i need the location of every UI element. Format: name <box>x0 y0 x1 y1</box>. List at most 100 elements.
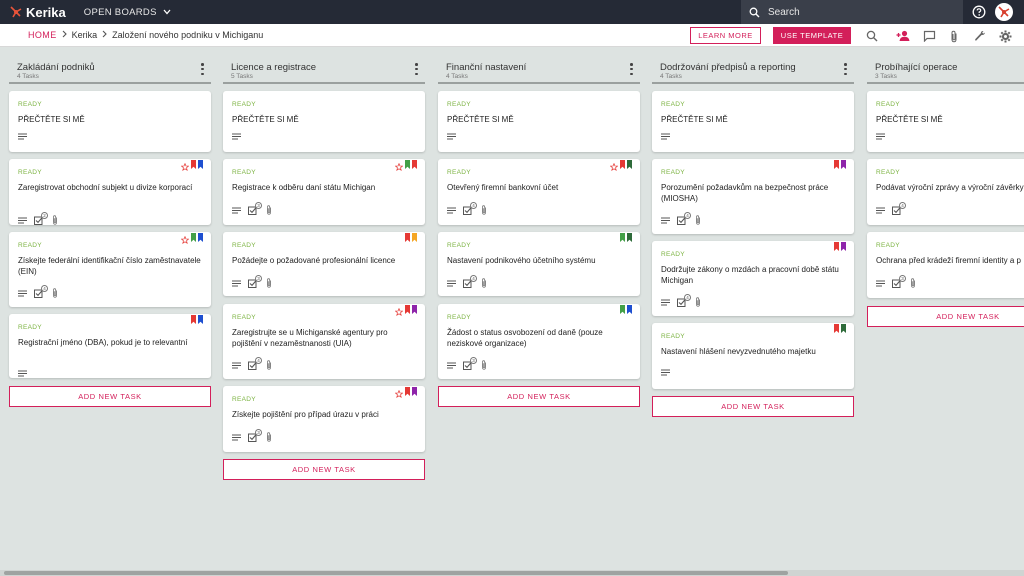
task-card[interactable]: READY Ochrana před krádeží firemní identi… <box>867 232 1024 298</box>
attachment-icon <box>481 205 487 215</box>
description-icon <box>447 362 456 369</box>
breadcrumb-item-kerika[interactable]: Kerika <box>72 30 98 40</box>
board-toolbar: HOME Kerika Založení nového podniku v Mi… <box>0 24 1024 47</box>
flag-icon <box>834 324 839 333</box>
task-flags <box>832 324 846 333</box>
task-card[interactable]: READY PŘEČTĚTE SI MĚ <box>9 91 211 152</box>
wrench-icon[interactable] <box>973 29 987 43</box>
help-icon[interactable] <box>972 5 986 24</box>
column-title[interactable]: Finanční nastavení <box>446 62 526 73</box>
flag-icon <box>191 160 196 169</box>
star-icon[interactable] <box>610 160 618 171</box>
checklist-icon: 4 <box>463 202 477 215</box>
task-flags <box>832 160 846 169</box>
task-card[interactable]: READY PŘEČTĚTE SI MĚ <box>438 91 640 152</box>
breadcrumb-home[interactable]: HOME <box>28 30 57 40</box>
task-icons <box>18 370 34 377</box>
description-icon <box>232 434 241 441</box>
flag-icon <box>405 160 410 169</box>
column-menu-icon[interactable] <box>844 63 848 75</box>
task-title: Ochrana před krádeží firemní identity a … <box>876 256 1021 265</box>
flag-icon <box>405 233 410 242</box>
add-person-icon[interactable] <box>896 29 910 43</box>
column-menu-icon[interactable] <box>201 63 205 75</box>
gear-icon[interactable] <box>998 29 1012 43</box>
task-card[interactable]: READY Žádost o status osvobození od daně … <box>438 304 640 379</box>
task-status: READY <box>447 101 471 108</box>
task-card[interactable]: READY Získejte federální identifikační čí… <box>9 232 211 307</box>
add-new-task-button[interactable]: ADD NEW TASK <box>223 459 425 480</box>
column-title[interactable]: Zakládání podniků <box>17 62 95 73</box>
column-title[interactable]: Dodržování předpisů a reporting <box>660 62 796 73</box>
task-card[interactable]: READY Zaregistrovat obchodní subjekt u di… <box>9 159 211 225</box>
horizontal-scrollbar[interactable] <box>0 570 1024 576</box>
avatar-icon <box>998 6 1010 18</box>
attachment-icon[interactable] <box>947 29 961 43</box>
checklist-count: 4 <box>899 202 906 209</box>
use-template-button[interactable]: USE TEMPLATE <box>773 27 851 44</box>
search-icon[interactable] <box>865 29 879 43</box>
flag-icon <box>198 233 203 242</box>
search-box[interactable] <box>741 0 963 24</box>
task-card[interactable]: READY Získejte pojištění pro případ úrazu… <box>223 386 425 452</box>
task-status: READY <box>18 242 42 249</box>
task-card[interactable]: READY Registrace k odběru daní státu Mich… <box>223 159 425 225</box>
attachment-icon <box>266 360 272 370</box>
description-icon <box>447 280 456 287</box>
task-icons <box>661 133 677 140</box>
column-header: Finanční nastavení 4 Tasks <box>438 58 640 84</box>
task-card[interactable]: READY Nastavení hlášení nevyzvednutého ma… <box>652 323 854 389</box>
task-icons: 3 <box>232 429 279 442</box>
task-icons: 3 <box>876 275 923 288</box>
star-icon[interactable] <box>395 305 403 316</box>
task-status: READY <box>661 101 685 108</box>
task-card[interactable]: READY Podávat výroční zprávy a výroční zá… <box>867 159 1024 225</box>
task-status: READY <box>876 242 900 249</box>
task-card[interactable]: READY PŘEČTĚTE SI MĚ <box>223 91 425 152</box>
search-input[interactable] <box>768 6 948 18</box>
column-menu-icon[interactable] <box>630 63 634 75</box>
task-card[interactable]: READY Registrační jméno (DBA), pokud je t… <box>9 314 211 378</box>
checklist-count: 3 <box>255 202 262 209</box>
description-icon <box>18 133 27 140</box>
task-title: Získejte pojištění pro případ úrazu v pr… <box>232 410 379 419</box>
task-title: PŘEČTĚTE SI MĚ <box>661 115 728 124</box>
star-icon[interactable] <box>395 160 403 171</box>
learn-more-button[interactable]: LEARN MORE <box>690 27 761 44</box>
avatar[interactable] <box>995 3 1013 21</box>
task-card[interactable]: READY Dodržujte zákony o mzdách a pracovn… <box>652 241 854 316</box>
scrollbar-thumb[interactable] <box>4 571 788 575</box>
add-new-task-button[interactable]: ADD NEW TASK <box>438 386 640 407</box>
task-card[interactable]: READY PŘEČTĚTE SI MĚ <box>867 91 1024 152</box>
chevron-right-icon <box>62 30 67 40</box>
add-new-task-button[interactable]: ADD NEW TASK <box>652 396 854 417</box>
star-icon[interactable] <box>181 233 189 244</box>
task-title: PŘEČTĚTE SI MĚ <box>447 115 514 124</box>
task-card[interactable]: READY PŘEČTĚTE SI MĚ <box>652 91 854 152</box>
kerika-logo[interactable]: Kerika <box>10 5 66 20</box>
task-card[interactable]: READY Zaregistrujte se u Michiganské agen… <box>223 304 425 379</box>
flag-icon <box>834 160 839 169</box>
attachment-icon <box>266 278 272 288</box>
task-flags <box>618 233 632 242</box>
open-boards-menu[interactable]: OPEN BOARDS <box>84 7 171 18</box>
task-card[interactable]: READY Nastavení podnikového účetního syst… <box>438 232 640 296</box>
column-title[interactable]: Probíhající operace <box>875 62 957 73</box>
task-card[interactable]: READY Otevřený firemní bankovní účet 4 <box>438 159 640 225</box>
description-icon <box>18 370 27 377</box>
task-title: PŘEČTĚTE SI MĚ <box>18 115 85 124</box>
star-icon[interactable] <box>181 160 189 171</box>
chat-icon[interactable] <box>922 29 936 43</box>
star-icon[interactable] <box>395 387 403 398</box>
column-title[interactable]: Licence a registrace <box>231 62 316 73</box>
task-flags <box>403 233 417 242</box>
task-status: READY <box>232 242 256 249</box>
task-card[interactable]: READY Požádejte o požadované profesionáln… <box>223 232 425 296</box>
add-new-task-button[interactable]: ADD NEW TASK <box>867 306 1024 327</box>
task-status: READY <box>232 101 256 108</box>
column-menu-icon[interactable] <box>415 63 419 75</box>
task-title: Podávat výroční zprávy a výroční závěrky <box>876 183 1024 192</box>
task-card[interactable]: READY Porozumění požadavkům na bezpečnost… <box>652 159 854 234</box>
add-new-task-button[interactable]: ADD NEW TASK <box>9 386 211 407</box>
board-column: Licence a registrace 5 Tasks READY PŘEČTĚTE… <box>223 58 425 558</box>
